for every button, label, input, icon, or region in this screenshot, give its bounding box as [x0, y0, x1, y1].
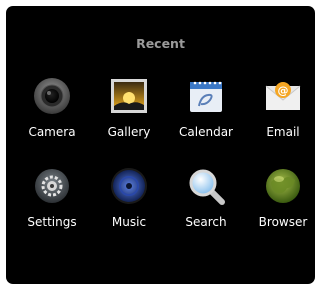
app-label: Settings	[27, 215, 77, 229]
app-search[interactable]: Search	[171, 166, 241, 240]
app-browser[interactable]: Browser	[248, 166, 315, 240]
svg-text:@: @	[278, 84, 289, 97]
app-label: Browser	[258, 215, 308, 229]
app-gallery[interactable]: Gallery	[94, 76, 164, 150]
music-icon	[109, 166, 149, 206]
app-label: Email	[266, 125, 300, 139]
app-label: Camera	[28, 125, 76, 139]
app-email[interactable]: @ Email	[248, 76, 315, 150]
app-calendar[interactable]: Calendar	[171, 76, 241, 150]
app-settings[interactable]: Settings	[17, 166, 87, 240]
camera-icon	[32, 76, 72, 116]
calendar-icon	[186, 76, 226, 116]
app-label: Gallery	[107, 125, 151, 139]
app-label: Search	[185, 215, 227, 229]
gallery-icon	[109, 76, 149, 116]
recent-apps-dialog: Recent Camera Gallery Calendar @ Email S…	[6, 6, 315, 284]
app-label: Calendar	[179, 125, 233, 139]
app-music[interactable]: Music	[94, 166, 164, 240]
app-camera[interactable]: Camera	[17, 76, 87, 150]
browser-icon	[263, 166, 303, 206]
app-label: Music	[111, 215, 147, 229]
recent-header: Recent	[136, 36, 185, 51]
email-icon: @	[263, 76, 303, 116]
settings-icon	[32, 166, 72, 206]
search-icon	[186, 166, 226, 206]
